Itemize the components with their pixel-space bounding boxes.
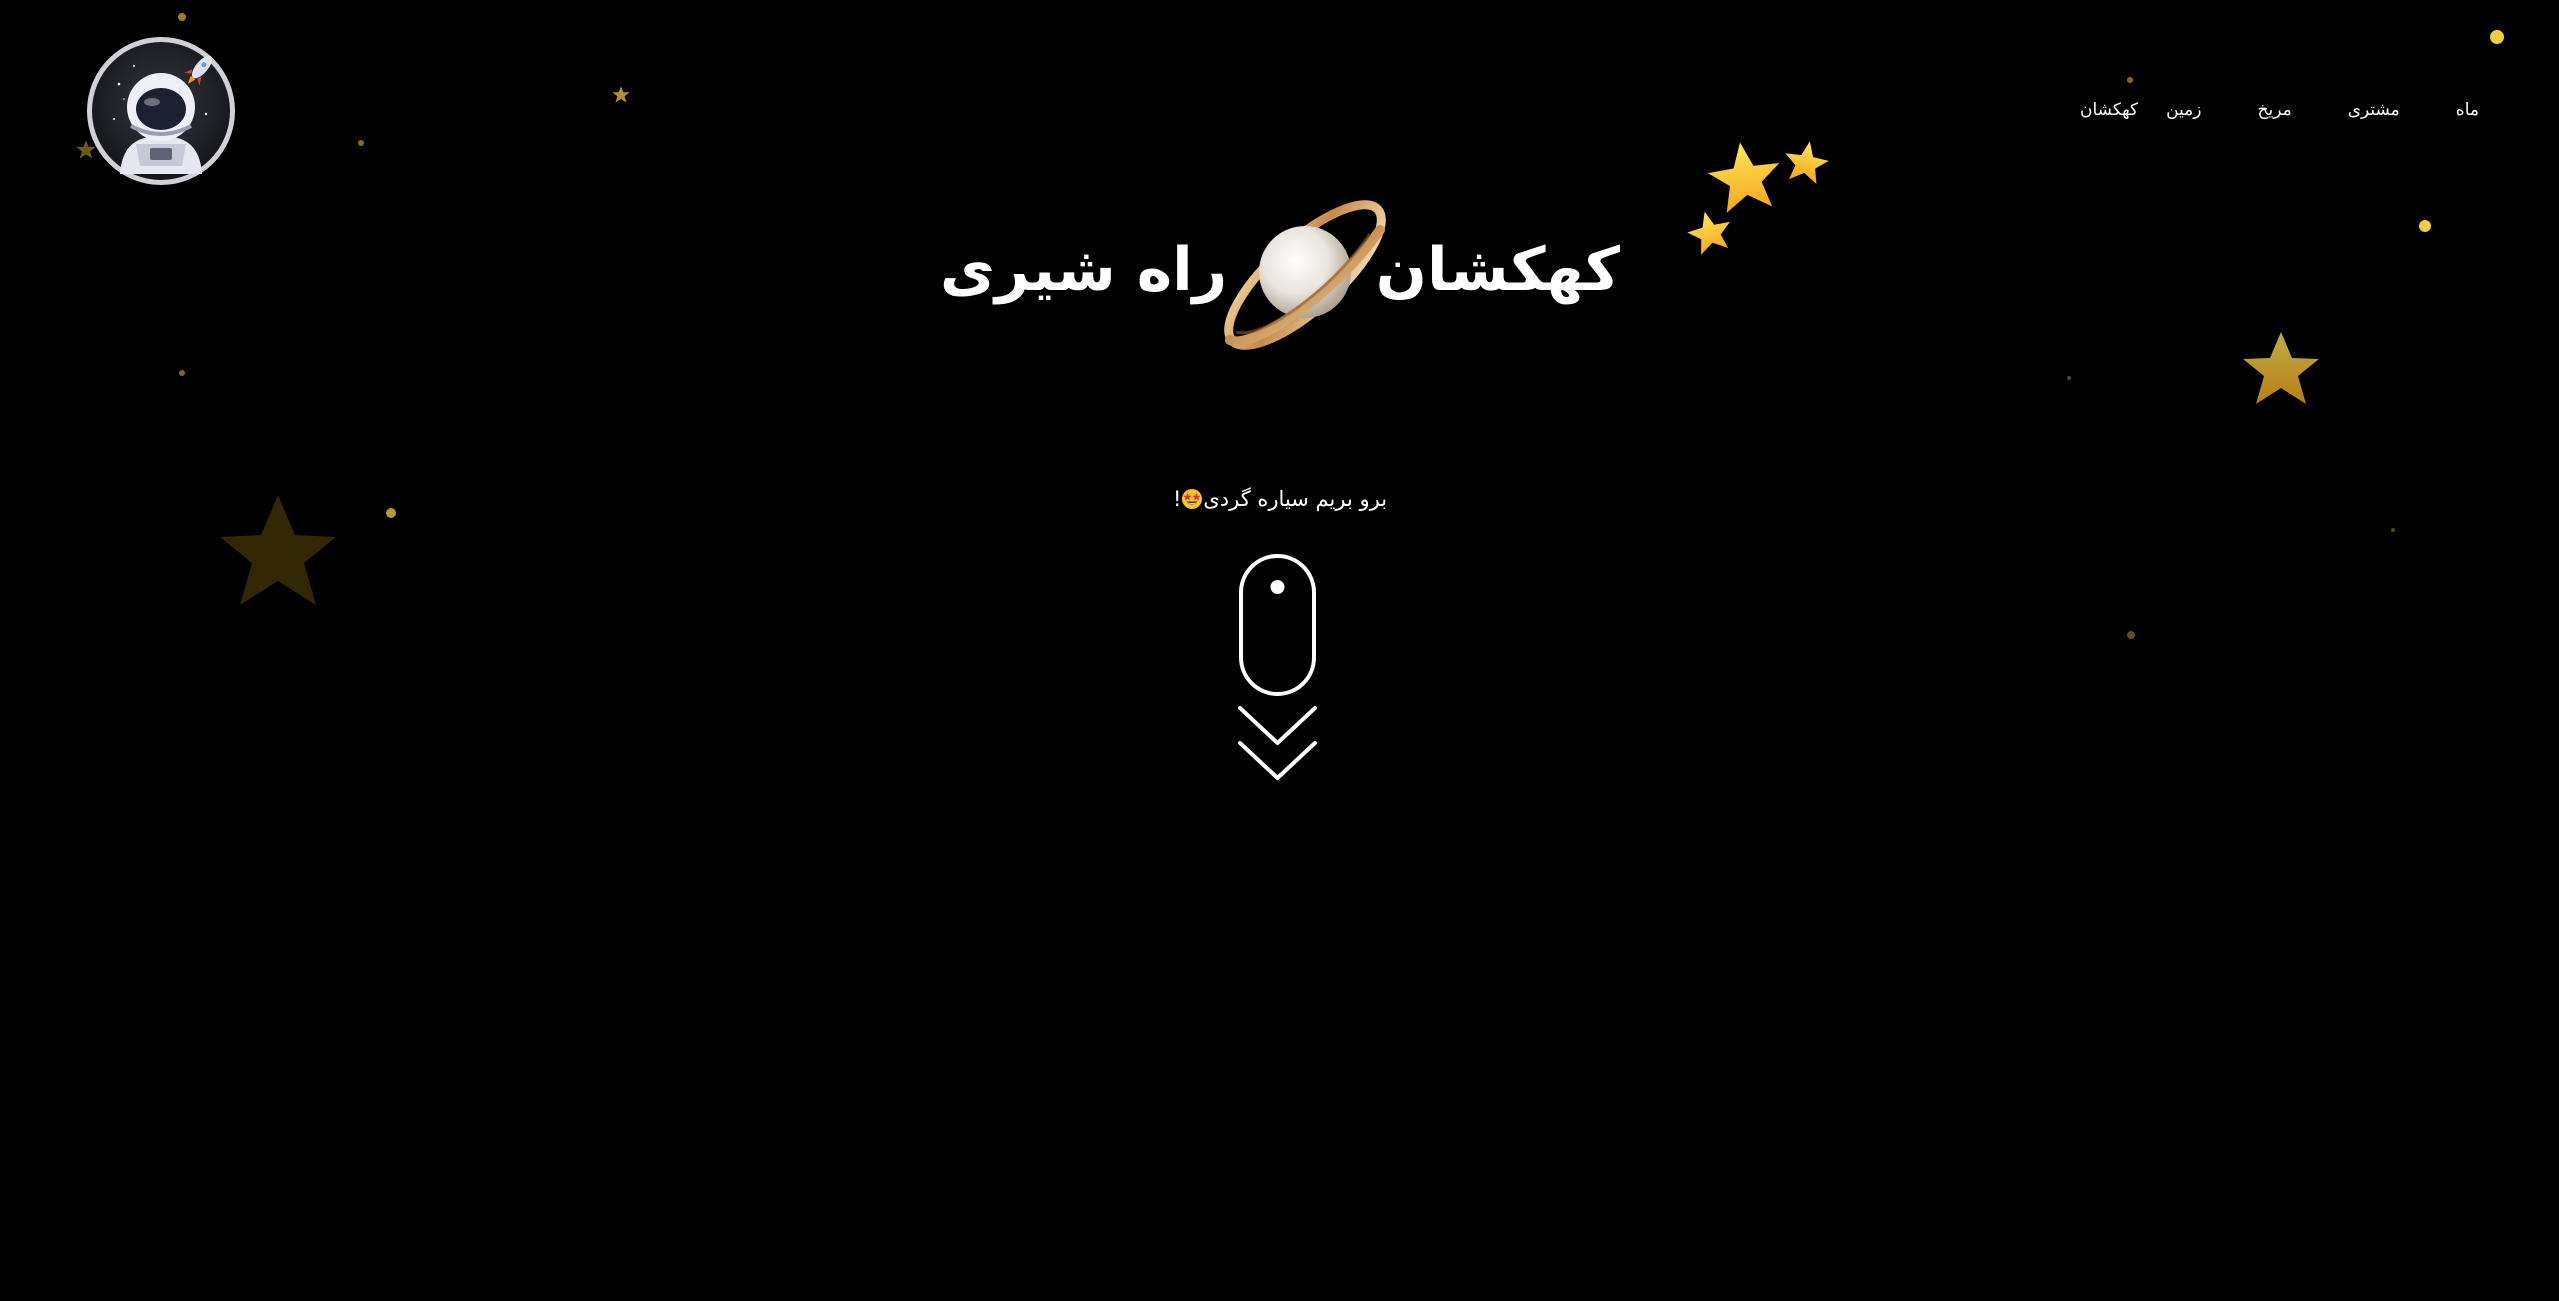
star-icon [1785, 141, 1829, 185]
star-struck-emoji-icon [1182, 489, 1203, 509]
saturn-planet-icon [1210, 190, 1400, 360]
hero-title-milky-way: راه شیری [940, 235, 1228, 305]
hero-title-galaxy: کهکشان [1375, 235, 1620, 305]
hero-subtitle-suffix: ! [1172, 487, 1182, 511]
site-logo[interactable] [84, 34, 238, 188]
star-icon [220, 495, 336, 605]
hero-title: کهکشان راه شیری [940, 190, 1620, 370]
nav-item-jupiter[interactable]: مشتری [2320, 96, 2428, 124]
nav-item-moon[interactable]: ماه [2428, 96, 2507, 124]
nav-item-mars[interactable]: مریخ [2230, 96, 2320, 124]
nav-item-galaxy[interactable]: کهکشان [2052, 96, 2138, 124]
star-icon [1687, 211, 1730, 255]
main-nav: کهکشان زمین مریخ مشتری ماه [2052, 96, 2507, 124]
nav-item-earth[interactable]: زمین [2138, 96, 2229, 124]
mouse-scroll-icon [1239, 554, 1316, 696]
star-icon [1707, 142, 1780, 213]
double-chevron-down-icon [1238, 706, 1317, 780]
astronaut-logo-icon [87, 37, 235, 185]
hero-subtitle: برو بریم سیاره گردی ! [1080, 487, 1480, 511]
scroll-down-indicator[interactable] [1237, 553, 1322, 783]
star-icon [2243, 332, 2319, 404]
star-icon [612, 86, 630, 103]
page: کهکشان زمین مریخ مشتری ماه کهکشان راه شی… [0, 0, 2559, 1301]
hero-subtitle-text: برو بریم سیاره گردی [1203, 487, 1388, 511]
